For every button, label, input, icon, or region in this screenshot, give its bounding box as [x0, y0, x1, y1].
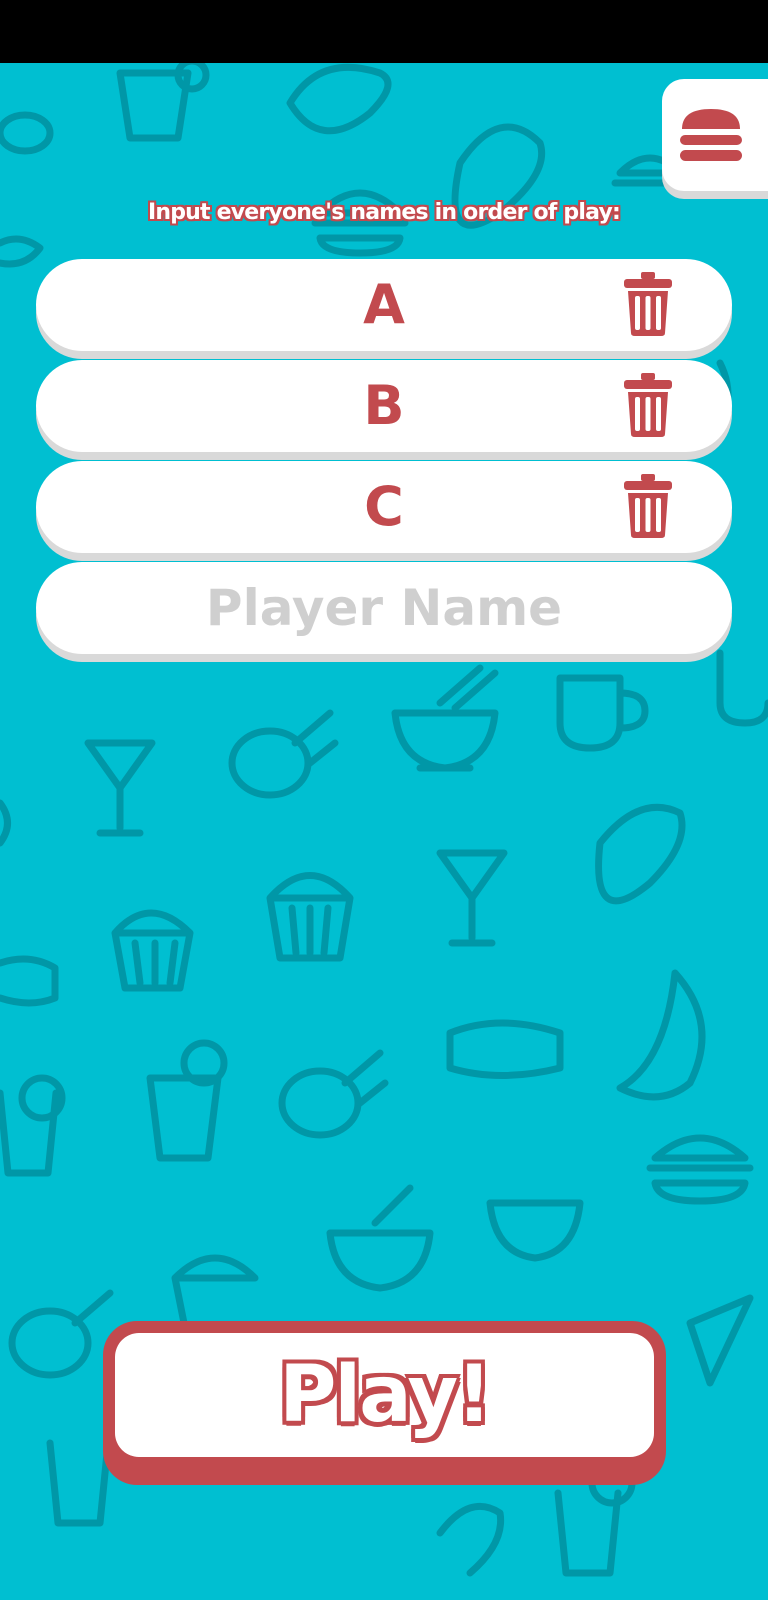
burger-icon: [680, 109, 742, 161]
trash-icon[interactable]: [623, 271, 673, 337]
new-player-row: [36, 562, 732, 654]
play-button-label: Play!: [279, 1350, 492, 1440]
play-button-face: Play!: [115, 1333, 654, 1457]
status-bar: [0, 0, 768, 63]
player-row-2: B: [36, 360, 732, 452]
play-button[interactable]: Play!: [103, 1321, 666, 1485]
menu-button[interactable]: [662, 79, 768, 191]
trash-icon[interactable]: [623, 473, 673, 539]
player-row-1: A: [36, 259, 732, 351]
player-name-input[interactable]: [36, 562, 732, 654]
instruction-text: Input everyone's names in order of play:: [147, 200, 621, 225]
player-row-3: C: [36, 461, 732, 553]
trash-icon[interactable]: [623, 372, 673, 438]
